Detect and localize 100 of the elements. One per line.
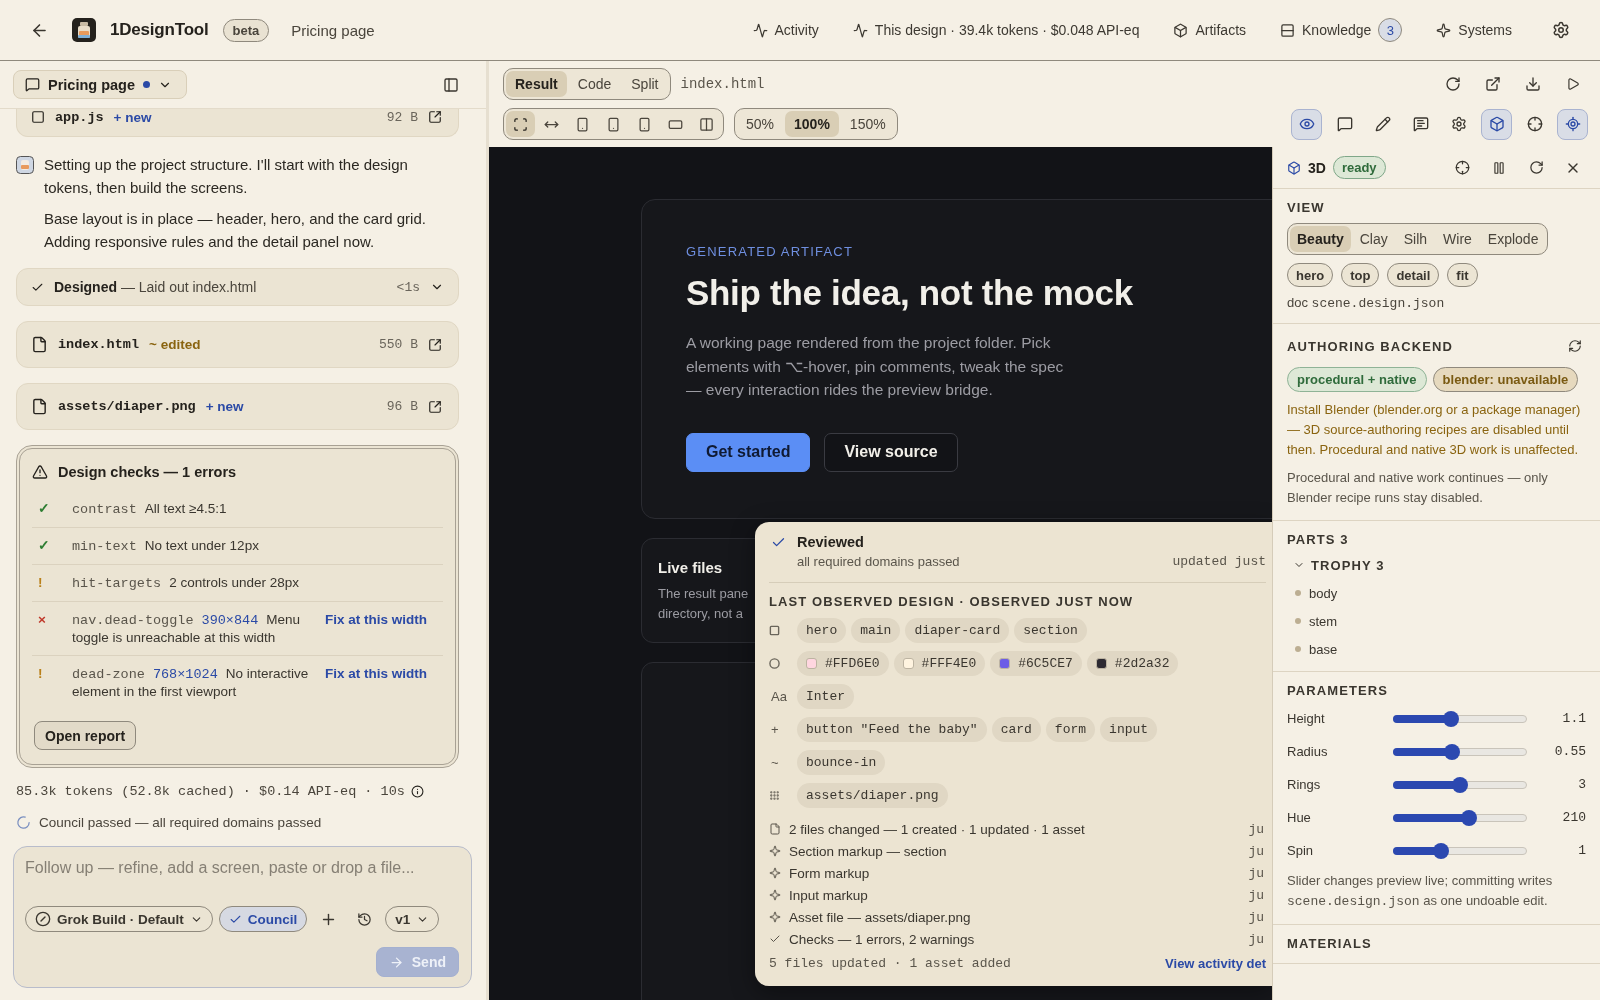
activity-text: Checks — 1 errors, 2 warnings bbox=[789, 931, 976, 947]
zoom-option[interactable]: 150% bbox=[840, 111, 895, 137]
backend-badge: procedural + native bbox=[1287, 367, 1427, 392]
file-card[interactable]: index.html ~ edited 550 B bbox=[16, 321, 459, 368]
render-mode-tab[interactable]: Beauty bbox=[1290, 226, 1351, 252]
slider-thumb[interactable] bbox=[1433, 842, 1450, 859]
nav-link[interactable]: Activity bbox=[752, 22, 819, 38]
cube-icon bbox=[1287, 160, 1301, 175]
tool-button[interactable] bbox=[1481, 108, 1512, 140]
token-chip[interactable]: Inter bbox=[797, 684, 854, 709]
file-card[interactable]: assets/diaper.png + new 96 B bbox=[16, 383, 459, 430]
reload-icon bbox=[1445, 76, 1461, 92]
summary-text: 5 files updated · 1 asset added bbox=[769, 956, 1011, 971]
view-tab[interactable]: Code bbox=[568, 71, 621, 97]
part-item[interactable]: base bbox=[1309, 641, 1338, 657]
backend-badge: blender: unavailable bbox=[1432, 367, 1579, 392]
token-chip[interactable]: #FFF4E0 bbox=[893, 651, 986, 676]
tool-button[interactable] bbox=[1557, 108, 1588, 140]
nav-link[interactable]: Artifacts bbox=[1173, 22, 1247, 38]
panel-icon bbox=[1280, 22, 1296, 38]
token-chip[interactable]: main bbox=[851, 618, 901, 643]
token-chip[interactable]: #6C5CE7 bbox=[990, 651, 1082, 676]
zoom-option[interactable]: 100% bbox=[785, 111, 839, 137]
external-link-icon bbox=[1485, 76, 1501, 92]
usage-text: 85.3k tokens (52.8k cached) · $0.14 API-eq · 10s bbox=[16, 784, 405, 799]
model-icon bbox=[35, 911, 51, 927]
file-card[interactable]: app.js + new 92 B bbox=[16, 109, 459, 137]
fix-link[interactable]: Fix at this width bbox=[325, 665, 443, 682]
view-tab[interactable]: Result bbox=[506, 71, 567, 97]
parameter-slider[interactable] bbox=[1393, 842, 1527, 859]
step-row[interactable]: Designed — Laid out index.html <1s bbox=[16, 268, 459, 306]
check-icon bbox=[769, 933, 781, 945]
part-item[interactable]: body bbox=[1309, 585, 1338, 601]
slider-thumb[interactable] bbox=[1442, 710, 1459, 727]
render-mode-tab[interactable]: Wire bbox=[1436, 226, 1479, 252]
tool-button[interactable] bbox=[1291, 108, 1322, 140]
activity-text: Asset file — assets/diaper.png bbox=[789, 909, 972, 925]
token-chip[interactable]: card bbox=[991, 717, 1041, 742]
parameter-label: Radius bbox=[1287, 744, 1329, 759]
token-chip[interactable]: button "Feed the baby" bbox=[797, 717, 987, 742]
note-icon bbox=[1412, 116, 1429, 132]
primary-button[interactable]: Get started bbox=[686, 432, 811, 472]
token-chip[interactable]: bounce-in bbox=[797, 750, 886, 775]
nav-link[interactable]: Knowledge 3 bbox=[1280, 18, 1403, 42]
eye-icon bbox=[1298, 116, 1315, 132]
parameter-value: 3 bbox=[1577, 777, 1586, 792]
check-description: hit-targets 2 controls under 28px bbox=[72, 574, 300, 592]
slider-thumb[interactable] bbox=[1443, 743, 1460, 760]
token-chip[interactable]: input bbox=[1100, 717, 1158, 742]
token-chip[interactable]: diaper-card bbox=[905, 618, 1010, 643]
render-mode-tab[interactable]: Clay bbox=[1352, 226, 1395, 252]
nav-link[interactable]: Systems bbox=[1436, 22, 1512, 38]
status-mark: ! bbox=[38, 574, 44, 591]
parameter-slider[interactable] bbox=[1393, 710, 1527, 727]
message-input[interactable]: Follow up — refine, add a screen, paste or drop a file... bbox=[25, 859, 459, 877]
columns-icon bbox=[699, 116, 714, 132]
assistant-message: Setting up the project structure. I'll start with the design tokens, then build the screens. bbox=[44, 155, 409, 198]
camera-chip[interactable]: detail bbox=[1387, 263, 1440, 287]
parameter-slider[interactable] bbox=[1393, 809, 1527, 826]
token-chip[interactable]: hero bbox=[797, 618, 847, 643]
render-mode-tab[interactable]: Explode bbox=[1480, 226, 1546, 252]
chat-icon bbox=[25, 77, 40, 92]
token-chip[interactable]: #FFD6E0 bbox=[797, 651, 889, 676]
sidebar-icon bbox=[443, 76, 459, 93]
activity-link[interactable]: View activity det bbox=[1165, 956, 1266, 971]
slider-thumb[interactable] bbox=[1452, 776, 1468, 793]
warning-icon bbox=[32, 464, 48, 480]
council-toggle[interactable]: Council bbox=[218, 906, 308, 932]
token-chip[interactable]: form bbox=[1045, 717, 1096, 742]
slider-thumb[interactable] bbox=[1461, 809, 1478, 826]
status-mark: ✓ bbox=[38, 537, 51, 554]
camera-chip[interactable]: fit bbox=[1447, 263, 1478, 287]
sparkle-icon bbox=[769, 845, 781, 857]
token-chip[interactable]: section bbox=[1014, 618, 1087, 643]
part-item[interactable]: stem bbox=[1309, 613, 1338, 629]
crosshair-icon bbox=[1526, 116, 1543, 132]
activity-text: Input markup bbox=[789, 887, 869, 903]
pulse-icon bbox=[752, 22, 768, 38]
parameter-slider[interactable] bbox=[1393, 776, 1527, 793]
open-report-button[interactable]: Open report bbox=[34, 721, 137, 750]
file-status: + new bbox=[205, 399, 244, 414]
token-chip[interactable]: #2d2a32 bbox=[1086, 651, 1179, 676]
render-mode-tab[interactable]: Silh bbox=[1396, 226, 1435, 252]
pencil-icon bbox=[1374, 116, 1391, 132]
view-tab[interactable]: Split bbox=[622, 71, 668, 97]
camera-chip[interactable]: hero bbox=[1287, 263, 1334, 287]
zoom-option[interactable]: 50% bbox=[737, 111, 784, 137]
nav-link[interactable]: This design · 39.4k tokens · $0.048 API-eq bbox=[852, 22, 1140, 38]
device-button[interactable] bbox=[506, 111, 535, 137]
status-mark: ! bbox=[38, 665, 44, 682]
parameter-value: 1 bbox=[1577, 843, 1586, 858]
camera-chip[interactable]: top bbox=[1341, 263, 1380, 287]
secondary-button[interactable]: View source bbox=[824, 432, 958, 472]
conversation-selector[interactable]: Pricing page bbox=[13, 70, 188, 99]
token-chip[interactable]: assets/diaper.png bbox=[797, 783, 948, 808]
fix-link[interactable]: Fix at this width bbox=[325, 611, 443, 628]
tree-group[interactable]: TROPHY 3 bbox=[1287, 555, 1586, 575]
activity-text: Form markup bbox=[789, 865, 871, 881]
parameter-slider[interactable] bbox=[1393, 743, 1527, 760]
parameter-label: Hue bbox=[1287, 810, 1312, 825]
